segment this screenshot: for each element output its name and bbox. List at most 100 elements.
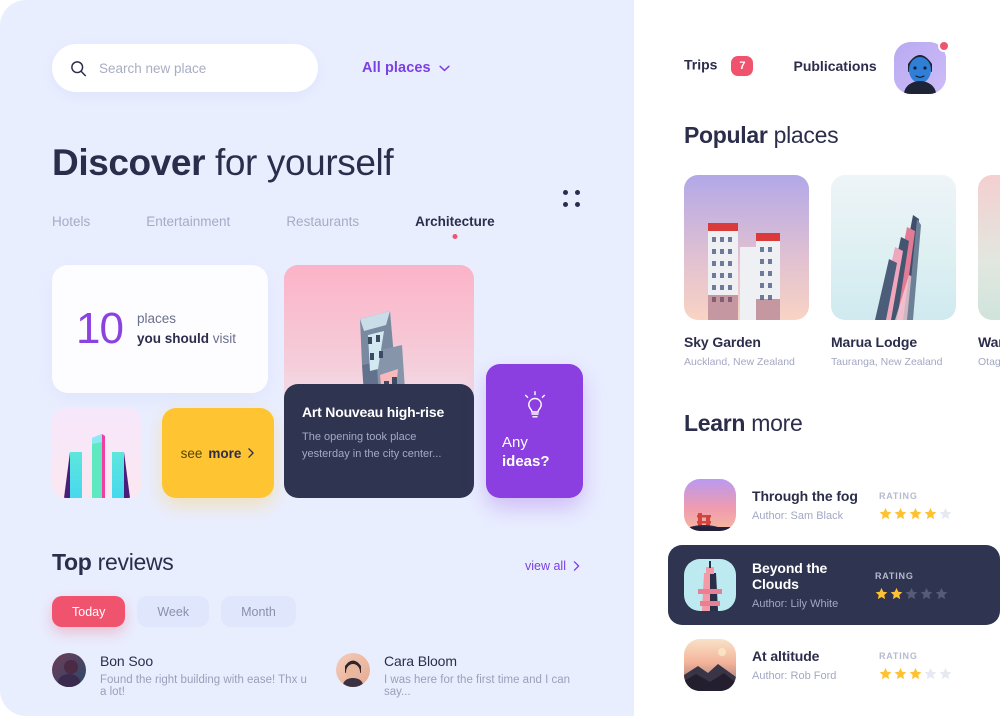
place-card[interactable]: Marua Lodge Tauranga, New Zealand: [831, 175, 956, 368]
star-rating[interactable]: [879, 667, 952, 680]
count-line2-light: visit: [208, 331, 236, 346]
star-icon: [879, 667, 892, 680]
search-input[interactable]: [99, 60, 300, 76]
left-panel: All places Discover for yourself Hotels …: [0, 0, 634, 716]
learn-title: Beyond the Clouds: [752, 560, 828, 592]
place-image: [978, 175, 1000, 320]
nav-item-trips[interactable]: Trips 7: [684, 56, 754, 76]
learn-title-light: more: [745, 410, 803, 436]
learn-item-beyond-the-clouds[interactable]: Beyond the Clouds Author: Lily White RAT…: [668, 545, 1000, 625]
see-more-light: see: [180, 445, 203, 461]
learn-author: Author: Lily White: [752, 598, 839, 610]
star-rating[interactable]: [875, 587, 948, 600]
app-window: All places Discover for yourself Hotels …: [0, 0, 1000, 716]
star-icon: [939, 507, 952, 520]
filter-month[interactable]: Month: [221, 596, 296, 627]
any-ideas-card[interactable]: Any ideas?: [486, 364, 583, 498]
learn-author: Author: Sam Black: [752, 510, 844, 522]
idea-line2: ideas?: [502, 453, 550, 470]
learn-author: Author: Rob Ford: [752, 670, 837, 682]
learn-title: Through the fog: [752, 488, 858, 504]
star-icon: [920, 587, 933, 600]
star-rating[interactable]: [879, 507, 952, 520]
learn-rating: RATING: [879, 651, 1000, 680]
tab-label: Entertainment: [146, 214, 231, 229]
rating-label: RATING: [875, 570, 914, 581]
dot: [563, 190, 568, 195]
see-more-bold: more: [208, 445, 242, 461]
all-places-filter[interactable]: All places: [362, 60, 450, 76]
nav-trips-label: Trips: [684, 56, 718, 73]
popular-title-light: places: [767, 122, 839, 148]
any-ideas-text: Any ideas?: [486, 433, 583, 472]
tab-entertainment[interactable]: Entertainment: [146, 214, 230, 239]
learn-more-list: Through the fog Author: Sam Black RATING: [634, 437, 1000, 705]
tab-label: Architecture: [415, 214, 495, 229]
towers-illustration: [52, 408, 142, 498]
search-row: All places: [0, 0, 634, 92]
places-count-text: places you should visit: [137, 309, 236, 348]
popular-title-bold: Popular: [684, 122, 768, 148]
rating-label: RATING: [879, 490, 918, 501]
search-box[interactable]: [52, 44, 318, 92]
tab-restaurants[interactable]: Restaurants: [286, 214, 359, 239]
hero-subtitle: The opening took place yesterday in the …: [302, 431, 442, 461]
view-all-button[interactable]: view all: [525, 559, 580, 573]
tab-hotels[interactable]: Hotels: [52, 214, 90, 239]
review-item[interactable]: Bon Soo Found the right building with ea…: [52, 653, 310, 698]
place-card[interactable]: Wan Otago,N: [978, 175, 1000, 368]
star-icon: [890, 587, 903, 600]
avatar: [336, 653, 370, 687]
learn-item-at-altitude[interactable]: At altitude Author: Rob Ford RATING: [634, 625, 1000, 705]
star-icon: [879, 507, 892, 520]
places-count-number: 10: [76, 304, 124, 353]
tab-label: Hotels: [52, 214, 91, 229]
popular-places-list: Sky Garden Auckland, New Zealand Marua L…: [634, 149, 1000, 368]
see-more-button[interactable]: see more: [162, 408, 274, 498]
count-line1: places: [136, 311, 176, 327]
place-name: Sky Garden: [684, 334, 761, 350]
dot: [563, 202, 568, 207]
filter-label: Month: [241, 604, 276, 619]
place-card[interactable]: Sky Garden Auckland, New Zealand: [684, 175, 809, 368]
right-panel: Trips 7 Publications Popular places Sky …: [634, 0, 1000, 716]
search-icon: [70, 60, 87, 77]
reviews-title-bold: Top: [52, 549, 92, 575]
mini-illustration-card[interactable]: [52, 408, 142, 498]
hero-caption-card[interactable]: Art Nouveau high-rise The opening took p…: [284, 384, 474, 498]
count-line2-bold: you should: [136, 331, 209, 346]
learn-more-title: Learn more: [634, 368, 1000, 437]
tab-active-indicator: [452, 234, 458, 239]
page-title-bold: Discover: [52, 142, 206, 183]
category-tabs: Hotels Entertainment Restaurants Archite…: [0, 184, 634, 239]
places-count-card: 10 places you should visit: [52, 265, 268, 393]
avatar[interactable]: [894, 42, 946, 94]
review-text: Found the right building with ease! Thx …: [100, 674, 307, 698]
learn-meta: At altitude Author: Rob Ford: [752, 648, 836, 682]
star-icon: [935, 587, 948, 600]
place-name: Marua Lodge: [831, 334, 918, 350]
star-icon: [894, 507, 907, 520]
filter-today[interactable]: Today: [52, 596, 126, 627]
chevron-right-icon: [247, 448, 255, 458]
grid-dots-icon[interactable]: [563, 190, 580, 207]
learn-item-through-the-fog[interactable]: Through the fog Author: Sam Black RATING: [634, 465, 1000, 545]
star-icon: [939, 667, 952, 680]
learn-rating: RATING: [879, 491, 1000, 520]
learn-title: At altitude: [752, 648, 820, 664]
reviewer-name: Bon Soo: [100, 653, 154, 669]
star-icon: [894, 667, 907, 680]
filter-week[interactable]: Week: [137, 596, 210, 627]
nav-item-publications[interactable]: Publications: [793, 58, 876, 74]
tab-architecture[interactable]: Architecture: [415, 214, 495, 239]
reviews-title-light: reviews: [91, 549, 174, 575]
review-text: I was here for the first time and I can …: [384, 674, 570, 698]
review-item[interactable]: Cara Bloom I was here for the first time…: [336, 653, 594, 698]
popular-places-title: Popular places: [634, 76, 1000, 149]
star-icon: [924, 667, 937, 680]
review-period-filters: Today Week Month: [0, 576, 634, 627]
learn-title-bold: Learn: [684, 410, 746, 436]
star-icon: [905, 587, 918, 600]
place-name: Wan: [978, 334, 1000, 350]
star-icon: [924, 507, 937, 520]
